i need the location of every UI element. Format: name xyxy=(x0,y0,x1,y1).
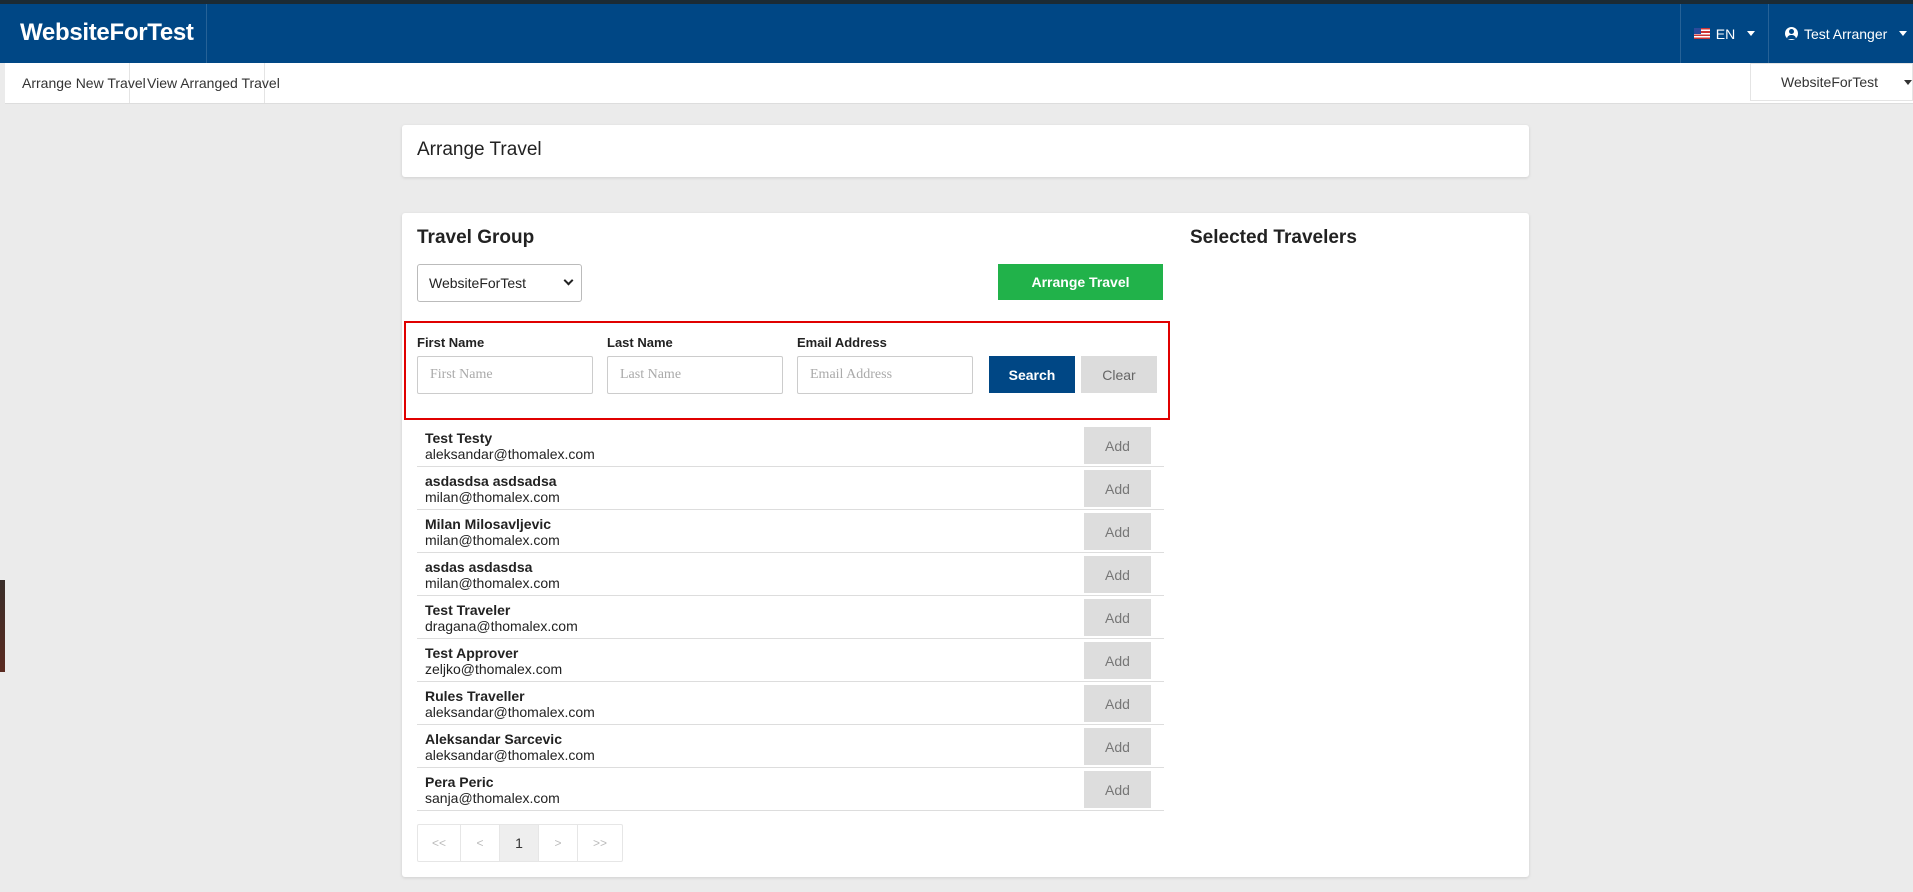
traveler-name: Milan Milosavljevic xyxy=(425,516,552,532)
traveler-email: aleksandar@thomalex.com xyxy=(425,446,595,462)
last-name-input[interactable] xyxy=(607,356,783,394)
user-name: Test Arranger xyxy=(1804,25,1888,42)
caret-down-icon xyxy=(1904,80,1912,85)
chevron-down-icon xyxy=(563,275,574,286)
traveler-name: Rules Traveller xyxy=(425,688,525,704)
traveler-email: milan@thomalex.com xyxy=(425,489,560,505)
brand-logo[interactable]: WebsiteForTest xyxy=(20,19,194,47)
previous-page-button[interactable]: < xyxy=(461,825,500,861)
traveler-row: asdasdsa asdsadsa milan@thomalex.com Add xyxy=(417,467,1164,510)
top-bar: WebsiteForTest EN Test Arranger xyxy=(0,0,1913,63)
search-button[interactable]: Search xyxy=(989,356,1075,393)
travel-group-select[interactable]: WebsiteForTest xyxy=(417,264,582,302)
add-traveler-button[interactable]: Add xyxy=(1084,642,1151,679)
organization-select-value: WebsiteForTest xyxy=(1781,74,1878,90)
nav-arrange-new-travel[interactable]: Arrange New Travel xyxy=(5,63,146,103)
add-traveler-button[interactable]: Add xyxy=(1084,556,1151,593)
traveler-row: Pera Peric sanja@thomalex.com Add xyxy=(417,768,1164,811)
traveler-row: asdas asdasdsa milan@thomalex.com Add xyxy=(417,553,1164,596)
first-name-label: First Name xyxy=(417,335,485,350)
caret-down-icon xyxy=(1747,31,1756,36)
traveler-name: asdasdsa asdsadsa xyxy=(425,473,557,489)
traveler-row: Test Approver zeljko@thomalex.com Add xyxy=(417,639,1164,682)
arrange-travel-button[interactable]: Arrange Travel xyxy=(998,264,1163,300)
traveler-name: Aleksandar Sarcevic xyxy=(425,731,562,747)
traveler-email: zeljko@thomalex.com xyxy=(425,661,563,677)
traveler-row: Test Testy aleksandar@thomalex.com Add xyxy=(417,424,1164,467)
sub-navigation: Arrange New Travel View Arranged Travel xyxy=(5,63,1913,104)
last-page-button[interactable]: >> xyxy=(578,825,622,861)
search-filter-panel: First Name Last Name Email Address Searc… xyxy=(404,321,1170,420)
pagination: << < 1 > >> xyxy=(417,824,623,862)
traveler-name: Pera Peric xyxy=(425,774,494,790)
add-traveler-button[interactable]: Add xyxy=(1084,685,1151,722)
traveler-name: Test Testy xyxy=(425,430,493,446)
traveler-email: dragana@thomalex.com xyxy=(425,618,578,634)
email-address-input[interactable] xyxy=(797,356,973,394)
last-name-label: Last Name xyxy=(607,335,673,350)
traveler-name: asdas asdasdsa xyxy=(425,559,533,575)
traveler-row: Test Traveler dragana@thomalex.com Add xyxy=(417,596,1164,639)
travel-group-select-value: WebsiteForTest xyxy=(429,275,526,291)
language-label: EN xyxy=(1715,25,1736,42)
add-traveler-button[interactable]: Add xyxy=(1084,771,1151,808)
selected-travelers-title: Selected Travelers xyxy=(1190,227,1357,248)
email-address-label: Email Address xyxy=(797,335,887,350)
traveler-email: sanja@thomalex.com xyxy=(425,790,560,806)
traveler-row: Rules Traveller aleksandar@thomalex.com … xyxy=(417,682,1164,725)
user-circle-icon xyxy=(1785,27,1798,40)
traveler-email: milan@thomalex.com xyxy=(425,575,560,591)
organization-select[interactable]: WebsiteForTest xyxy=(1750,63,1913,101)
clear-button[interactable]: Clear xyxy=(1081,356,1157,393)
page-header-card: Arrange Travel xyxy=(402,125,1529,177)
user-menu[interactable]: Test Arranger xyxy=(1768,4,1913,63)
travel-group-title: Travel Group xyxy=(417,227,535,248)
add-traveler-button[interactable]: Add xyxy=(1084,728,1151,765)
divider xyxy=(206,4,207,63)
language-dropdown[interactable]: EN xyxy=(1680,4,1768,63)
next-page-button[interactable]: > xyxy=(539,825,578,861)
add-traveler-button[interactable]: Add xyxy=(1084,470,1151,507)
traveler-list: Test Testy aleksandar@thomalex.com Add a… xyxy=(417,424,1164,811)
traveler-email: aleksandar@thomalex.com xyxy=(425,747,595,763)
add-traveler-button[interactable]: Add xyxy=(1084,427,1151,464)
first-name-input[interactable] xyxy=(417,356,593,394)
top-strip xyxy=(0,0,1913,4)
traveler-row: Milan Milosavljevic milan@thomalex.com A… xyxy=(417,510,1164,553)
traveler-row: Aleksandar Sarcevic aleksandar@thomalex.… xyxy=(417,725,1164,768)
add-traveler-button[interactable]: Add xyxy=(1084,599,1151,636)
add-traveler-button[interactable]: Add xyxy=(1084,513,1151,550)
background-edge xyxy=(0,580,5,672)
nav-view-arranged-travel[interactable]: View Arranged Travel xyxy=(130,63,280,103)
traveler-name: Test Traveler xyxy=(425,602,511,618)
caret-down-icon xyxy=(1899,31,1908,36)
traveler-email: milan@thomalex.com xyxy=(425,532,560,548)
first-page-button[interactable]: << xyxy=(418,825,461,861)
page-1-button[interactable]: 1 xyxy=(500,825,539,861)
traveler-name: Test Approver xyxy=(425,645,519,661)
traveler-email: aleksandar@thomalex.com xyxy=(425,704,595,720)
us-flag-icon xyxy=(1693,28,1710,39)
travel-group-card: Travel Group WebsiteForTest Arrange Trav… xyxy=(402,213,1529,877)
page-title: Arrange Travel xyxy=(417,139,542,160)
